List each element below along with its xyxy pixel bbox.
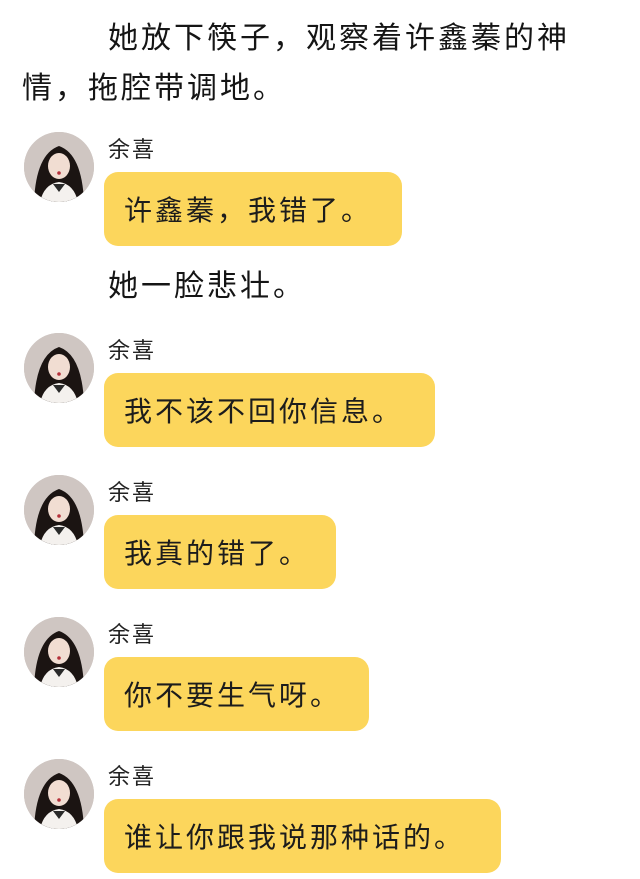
avatar-photo-icon [24, 333, 94, 403]
avatar[interactable] [24, 759, 94, 829]
narration-line-3: 她一脸悲壮。 [108, 269, 306, 304]
avatar-photo-icon [24, 475, 94, 545]
message-bubble[interactable]: 许鑫蓁，我错了。 [104, 172, 402, 246]
avatar-photo-icon [24, 617, 94, 687]
avatar[interactable] [24, 475, 94, 545]
avatar-photo-icon [24, 132, 94, 202]
avatar[interactable] [24, 333, 94, 403]
avatar[interactable] [24, 617, 94, 687]
avatar-photo-icon [24, 759, 94, 829]
sender-name: 余喜 [108, 765, 157, 790]
narration-line-2: 情，拖腔带调地。 [22, 71, 286, 106]
narration-line-1: 她放下筷子，观察着许鑫蓁的神 [108, 21, 570, 56]
sender-name: 余喜 [108, 623, 157, 648]
message-bubble[interactable]: 谁让你跟我说那种话的。 [104, 799, 501, 873]
narration-paragraph: 她放下筷子，观察着许鑫蓁的神 情，拖腔带调地。 [0, 14, 640, 114]
avatar[interactable] [24, 132, 94, 202]
message-bubble[interactable]: 你不要生气呀。 [104, 657, 369, 731]
sender-name: 余喜 [108, 138, 157, 163]
message-bubble[interactable]: 我真的错了。 [104, 515, 336, 589]
sender-name: 余喜 [108, 339, 157, 364]
message-bubble[interactable]: 我不该不回你信息。 [104, 373, 435, 447]
sender-name: 余喜 [108, 481, 157, 506]
